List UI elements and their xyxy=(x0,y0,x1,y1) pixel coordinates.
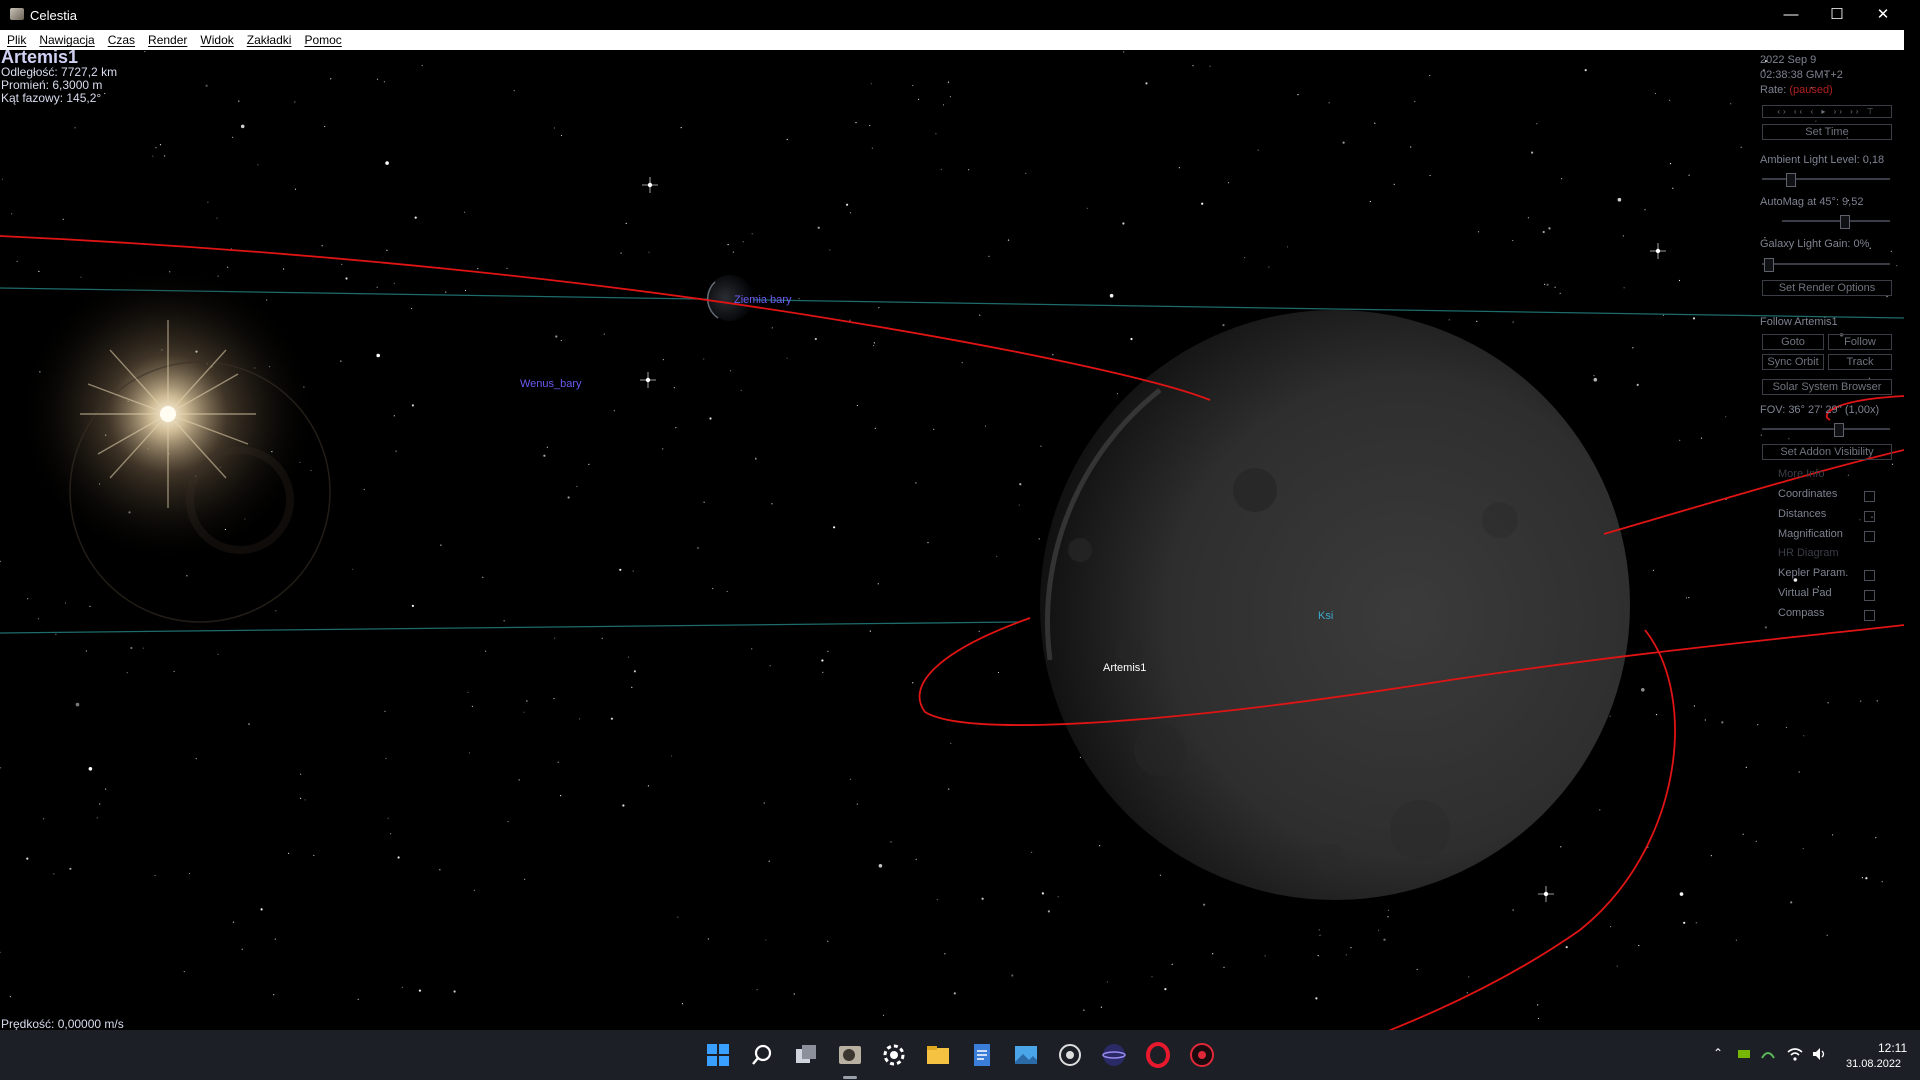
kepler-params-checkbox[interactable] xyxy=(1864,570,1875,581)
time-rate-label: Rate: xyxy=(1760,84,1787,96)
option-hr-diagram[interactable]: HR Diagram xyxy=(1778,547,1839,559)
coordinates-checkbox[interactable] xyxy=(1864,491,1875,502)
fov-slider-knob[interactable] xyxy=(1834,423,1844,437)
active-app-indicator xyxy=(843,1076,857,1079)
earth-barycenter-label[interactable]: Ziemia bary xyxy=(734,294,791,306)
option-distances[interactable]: Distances xyxy=(1778,508,1826,520)
celestia-taskbar-icon[interactable] xyxy=(837,1042,863,1068)
time-rate-value: (paused) xyxy=(1789,84,1833,96)
tray-overflow-icon[interactable]: ⌃ xyxy=(1713,1046,1723,1060)
follow-title: Follow Artemis1 xyxy=(1760,316,1838,328)
galaxy-light-label: Galaxy Light Gain: 0% xyxy=(1760,238,1870,250)
earth-orbit-line xyxy=(0,287,1904,319)
moon-orbit-line xyxy=(0,621,1021,634)
sync-orbit-button[interactable]: Sync Orbit xyxy=(1762,354,1824,370)
follow-button[interactable]: Follow xyxy=(1828,334,1892,350)
menu-widok[interactable]: Widok xyxy=(193,30,239,47)
phase-angle-readout: Kąt fazowy: 145,2° xyxy=(1,91,102,105)
menu-zakladki[interactable]: Zakładki xyxy=(240,30,298,47)
galaxy-light-slider-knob[interactable] xyxy=(1764,258,1774,272)
menu-pomoc[interactable]: Pomoc xyxy=(297,30,347,47)
option-compass[interactable]: Compass xyxy=(1778,607,1824,619)
menu-nawigacja[interactable]: Nawigacja xyxy=(32,30,100,47)
opera-browser-icon[interactable] xyxy=(1145,1042,1171,1068)
network-tray-icon[interactable] xyxy=(1760,1046,1776,1062)
virtual-pad-checkbox[interactable] xyxy=(1864,590,1875,601)
distance-readout: Odległość: 7727,2 km xyxy=(1,65,118,79)
solar-system-browser-button[interactable]: Solar System Browser xyxy=(1762,379,1892,395)
speed-readout: Prędkość: 0,00000 m/s xyxy=(1,1017,124,1030)
sim-date: 2022 Sep 9 xyxy=(1760,54,1817,66)
space-viewport[interactable]: Artemis1 Odległość: 7727,2 km Promień: 6… xyxy=(0,50,1904,1030)
option-coordinates[interactable]: Coordinates xyxy=(1778,488,1837,500)
volume-icon[interactable] xyxy=(1810,1045,1828,1063)
set-time-button[interactable]: Set Time xyxy=(1762,124,1892,140)
radius-readout: Promień: 6,3000 m xyxy=(1,78,103,92)
option-kepler-params[interactable]: Kepler Param. xyxy=(1778,567,1848,579)
automag-slider[interactable] xyxy=(1782,215,1890,229)
space-scene[interactable] xyxy=(0,50,1904,1030)
venus-barycenter-label[interactable]: Wenus_bary xyxy=(520,378,582,390)
goto-button[interactable]: Goto xyxy=(1762,334,1824,350)
clock-time[interactable]: 12:11 xyxy=(1878,1041,1907,1055)
magnification-checkbox[interactable] xyxy=(1864,531,1875,542)
more-info-header: More Info xyxy=(1778,468,1825,480)
option-virtual-pad[interactable]: Virtual Pad xyxy=(1778,587,1832,599)
title-bar: Celestia — ☐ ✕ xyxy=(0,0,1920,30)
artemis1-label[interactable]: Artemis1 xyxy=(1103,662,1146,674)
moon[interactable] xyxy=(1040,310,1630,900)
time-controls[interactable]: ‹› ‹‹ ‹ ▸ ›› ›› ⊤ xyxy=(1762,105,1892,118)
search-icon[interactable] xyxy=(749,1042,775,1068)
menu-bar: Plik Nawigacja Czas Render Widok Zakładki Pomo… xyxy=(0,30,1904,50)
galaxy-light-slider[interactable] xyxy=(1762,258,1890,272)
maximize-icon[interactable]: ☐ xyxy=(1814,0,1860,30)
file-explorer-icon[interactable] xyxy=(925,1042,951,1068)
sim-time: 02:38:38 GMT+2 xyxy=(1760,69,1843,81)
start-icon[interactable] xyxy=(705,1042,731,1068)
distances-checkbox[interactable] xyxy=(1864,511,1875,522)
option-magnification[interactable]: Magnification xyxy=(1778,528,1843,540)
addon-visibility-button[interactable]: Set Addon Visibility xyxy=(1762,444,1892,460)
time-rate: Rate: (paused) xyxy=(1760,84,1833,96)
automag-label: AutoMag at 45°: 9,52 xyxy=(1760,196,1864,208)
menu-plik[interactable]: Plik xyxy=(0,30,32,47)
opera-gx-icon[interactable] xyxy=(1189,1042,1215,1068)
clock-date[interactable]: 31.08.2022 xyxy=(1846,1058,1901,1070)
compass-checkbox[interactable] xyxy=(1864,610,1875,621)
celestia-app-icon xyxy=(10,8,24,20)
settings-icon[interactable] xyxy=(881,1042,907,1068)
fov-readout: FOV: 36° 27' 29'' (1,00x) xyxy=(1760,404,1880,416)
sun[interactable] xyxy=(18,264,331,623)
fov-slider[interactable] xyxy=(1762,423,1890,437)
photos-icon[interactable] xyxy=(1013,1042,1039,1068)
ambient-light-slider[interactable] xyxy=(1762,173,1890,187)
document-icon[interactable] xyxy=(969,1042,995,1068)
gpu-tray-icon[interactable] xyxy=(1736,1046,1752,1062)
menu-render[interactable]: Render xyxy=(141,30,193,47)
minimize-icon[interactable]: — xyxy=(1768,0,1814,30)
ambient-light-slider-knob[interactable] xyxy=(1786,173,1796,187)
menu-czas[interactable]: Czas xyxy=(101,30,141,47)
wifi-icon[interactable] xyxy=(1786,1045,1804,1063)
task-view-icon[interactable] xyxy=(793,1042,819,1068)
automag-slider-knob[interactable] xyxy=(1840,215,1850,229)
moon-label[interactable]: Ksi xyxy=(1318,610,1333,622)
render-options-button[interactable]: Set Render Options xyxy=(1762,280,1892,296)
camera-app-icon[interactable] xyxy=(1057,1042,1083,1068)
space-app-icon[interactable] xyxy=(1101,1042,1127,1068)
ambient-light-label: Ambient Light Level: 0,18 xyxy=(1760,154,1885,166)
window-title: Celestia xyxy=(30,8,77,23)
taskbar: ⌃ 12:11 31.08.2022 xyxy=(0,1030,1920,1080)
close-icon[interactable]: ✕ xyxy=(1860,0,1906,30)
track-button[interactable]: Track xyxy=(1828,354,1892,370)
